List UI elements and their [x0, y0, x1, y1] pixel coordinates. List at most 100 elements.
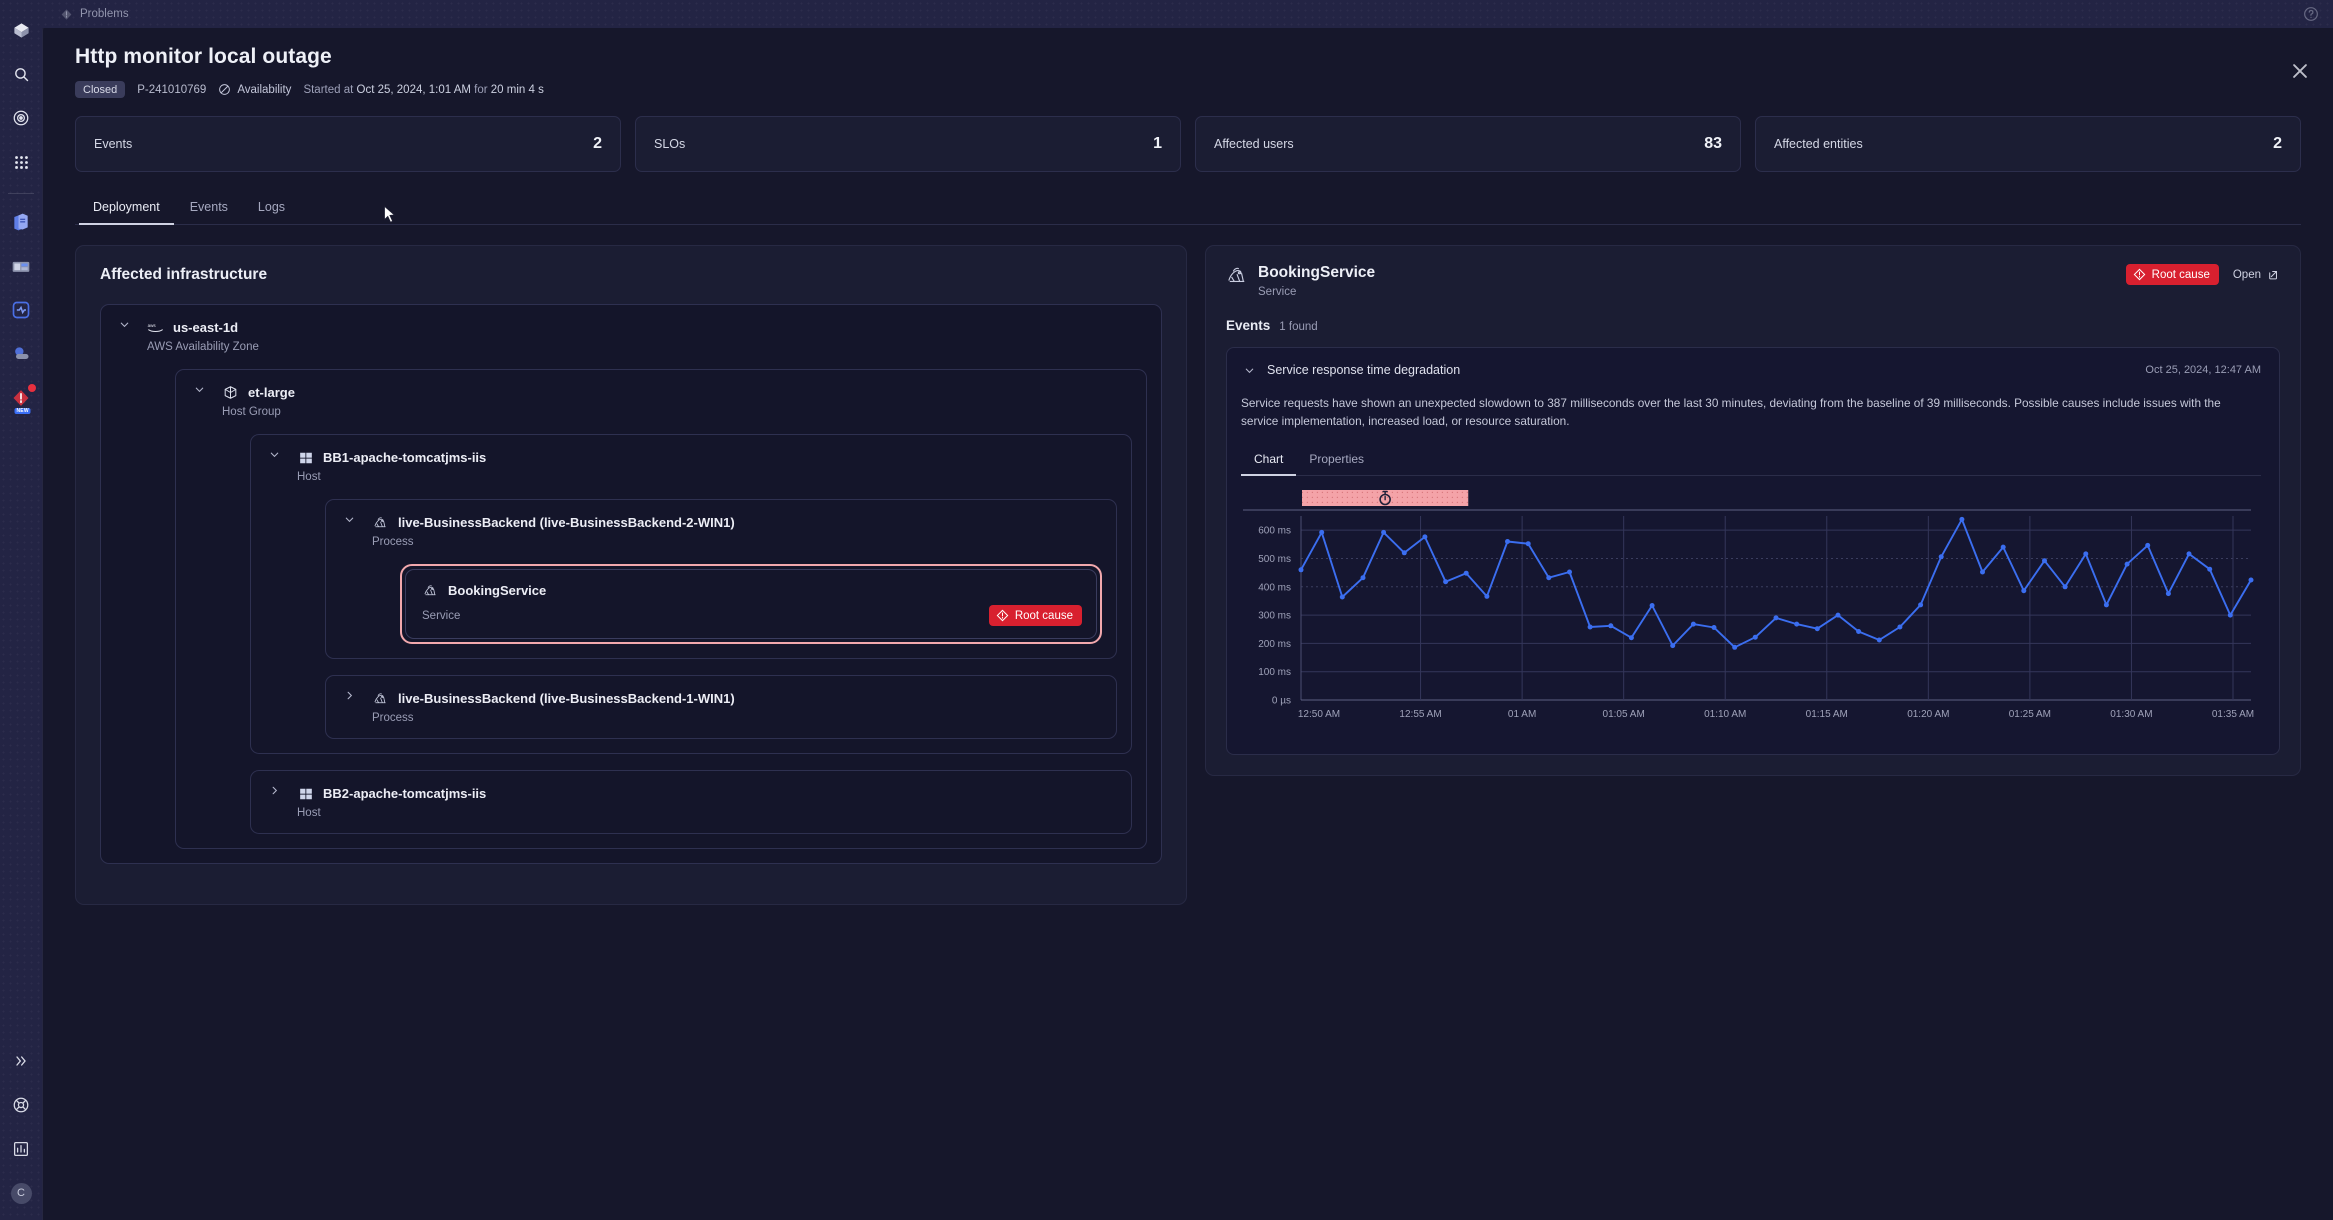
problem-detail-page: Http monitor local outage Closed P-24101… [42, 20, 2333, 1220]
root-cause-highlight-ring: BookingService Service Root cause [400, 564, 1102, 644]
tree-node-type: Host [297, 807, 321, 819]
svg-text:01:25 AM: 01:25 AM [2009, 709, 2051, 720]
root-cause-badge[interactable]: Root cause [2125, 264, 2219, 285]
problem-meta-row: Closed P-241010769 Availability Started … [75, 81, 2301, 98]
kpi-value: 2 [593, 135, 602, 152]
svg-text:01:10 AM: 01:10 AM [1704, 709, 1746, 720]
page-title: Http monitor local outage [75, 45, 332, 68]
left-nav-rail: NEW C [0, 0, 42, 1220]
tree-node-host-bb2[interactable]: BB2-apache-tomcatjms-iis Host [250, 770, 1132, 834]
svg-text:01:20 AM: 01:20 AM [1907, 709, 1949, 720]
external-link-icon [2269, 271, 2277, 280]
event-description: Service requests have shown an unexpecte… [1241, 396, 2221, 429]
tree-node-service-bookingservice[interactable]: BookingService Service Root cause [405, 569, 1097, 639]
tab-logs[interactable]: Logs [244, 194, 299, 225]
kpi-label: Affected entities [1774, 137, 1863, 151]
response-time-chart[interactable]: 0 µs 100 ms 200 ms 300 ms 400 ms 500 ms 600 ms… [1241, 486, 2261, 736]
root-cause-icon [2133, 268, 2146, 281]
tree-node-name: live-BusinessBackend (live-BusinessBacke… [398, 515, 735, 530]
status-badge: Closed [75, 81, 126, 98]
tree-node-type: Host [297, 471, 321, 483]
svg-text:01:30 AM: 01:30 AM [2110, 709, 2152, 720]
kpi-card-events[interactable]: Events 2 [75, 116, 621, 172]
affected-infrastructure-panel: Affected infrastructure aws us-east-1d A… [75, 245, 1187, 905]
problems-app-icon[interactable]: NEW [6, 383, 36, 414]
entity-name: BookingService [1258, 264, 1376, 281]
tab-problems[interactable]: Problems [60, 8, 129, 21]
tree-node-name: BookingService [448, 583, 547, 598]
tab-properties[interactable]: Properties [1296, 447, 1377, 476]
svg-text:aws: aws [148, 323, 157, 328]
tab-events[interactable]: Events [176, 194, 242, 225]
root-cause-badge-label: Root cause [1014, 609, 1073, 622]
close-icon[interactable] [2289, 60, 2311, 82]
tree-node-process-1[interactable]: live-BusinessBackend (live-BusinessBacke… [325, 675, 1117, 739]
tree-node-process-2[interactable]: live-BusinessBackend (live-BusinessBacke… [325, 499, 1117, 659]
svg-text:100 ms: 100 ms [1258, 667, 1291, 678]
tab-chart[interactable]: Chart [1241, 447, 1297, 476]
duration-prefix: for [474, 83, 488, 96]
dashboards-icon[interactable] [6, 251, 36, 281]
svg-text:01:35 AM: 01:35 AM [2212, 709, 2254, 720]
kpi-value: 83 [1704, 135, 1722, 152]
kpi-label: SLOs [654, 137, 686, 151]
open-entity-link[interactable]: Open [2233, 268, 2280, 281]
entity-detail-panel: BookingService Service Root cause Open E… [1205, 245, 2301, 776]
started-prefix: Started at [303, 83, 354, 96]
root-cause-badge[interactable]: Root cause [988, 605, 1082, 626]
tree-node-type: Host Group [222, 406, 281, 418]
problem-started: Started at Oct 25, 2024, 1:01 AM for 20 … [303, 84, 543, 96]
tree-node-type: AWS Availability Zone [147, 341, 259, 353]
user-avatar[interactable]: C [6, 1178, 36, 1208]
infrastructure-observability-icon[interactable] [6, 295, 36, 325]
tree-node-host-group[interactable]: et-large Host Group BB1-apache-tomcatjms… [175, 369, 1147, 849]
tree-node-host-bb1[interactable]: BB1-apache-tomcatjms-iis Host live-Busin… [250, 434, 1132, 754]
affected-infrastructure-title: Affected infrastructure [100, 266, 268, 283]
help-circle-icon[interactable] [2303, 6, 2319, 22]
event-title: Service response time degradation [1267, 363, 1461, 377]
notebooks-icon[interactable] [6, 207, 36, 237]
availability-icon [219, 84, 231, 95]
problems-new-tag: NEW [14, 408, 31, 414]
problem-icon [61, 8, 72, 20]
kpi-card-slos[interactable]: SLOs 1 [635, 116, 1181, 172]
root-cause-badge-label: Root cause [2151, 268, 2210, 281]
svg-text:12:55 AM: 12:55 AM [1399, 709, 1441, 720]
kpi-value: 1 [1153, 135, 1162, 152]
svg-text:300 ms: 300 ms [1258, 610, 1291, 621]
kpi-card-affected-entities[interactable]: Affected entities 2 [1755, 116, 2301, 172]
chart-report-icon[interactable] [6, 1134, 36, 1164]
tree-node-name: et-large [248, 385, 295, 400]
root-cause-icon [996, 609, 1009, 622]
davis-ai-icon[interactable] [6, 103, 36, 133]
tree-node-type: Process [372, 712, 414, 724]
chevron-down-icon[interactable] [1241, 362, 1257, 378]
tree-node-availability-zone[interactable]: aws us-east-1d AWS Availability Zone et-… [100, 304, 1162, 864]
process-icon [372, 514, 389, 531]
tab-deployment[interactable]: Deployment [79, 194, 174, 225]
apps-grid-icon[interactable] [6, 147, 36, 177]
event-tab-bar: Chart Properties [1241, 447, 2261, 476]
kpi-card-affected-users[interactable]: Affected users 83 [1195, 116, 1741, 172]
kpi-value: 2 [2273, 135, 2282, 152]
kubernetes-icon[interactable] [6, 339, 36, 369]
tree-node-name: BB2-apache-tomcatjms-iis [323, 786, 487, 801]
cube-icon [222, 384, 239, 401]
svg-text:01:05 AM: 01:05 AM [1603, 709, 1645, 720]
problems-alert-badge [28, 384, 36, 392]
service-icon [422, 582, 439, 599]
entity-type: Service [1258, 286, 1297, 298]
avatar-initial: C [10, 1182, 32, 1204]
event-card: Service response time degradation Oct 25… [1226, 347, 2280, 755]
svg-text:01 AM: 01 AM [1508, 709, 1536, 720]
service-icon [1226, 266, 1248, 288]
dynatrace-logo-icon[interactable] [6, 15, 36, 45]
duration-value: 20 min 4 s [490, 83, 544, 96]
tab-problems-label: Problems [80, 8, 129, 20]
problem-id: P-241010769 [137, 83, 207, 96]
lifebuoy-help-icon[interactable] [6, 1090, 36, 1120]
search-icon[interactable] [6, 59, 36, 89]
tree-node-type: Process [372, 536, 414, 548]
svg-text:400 ms: 400 ms [1258, 582, 1291, 593]
expand-chevrons-icon[interactable] [6, 1046, 36, 1076]
